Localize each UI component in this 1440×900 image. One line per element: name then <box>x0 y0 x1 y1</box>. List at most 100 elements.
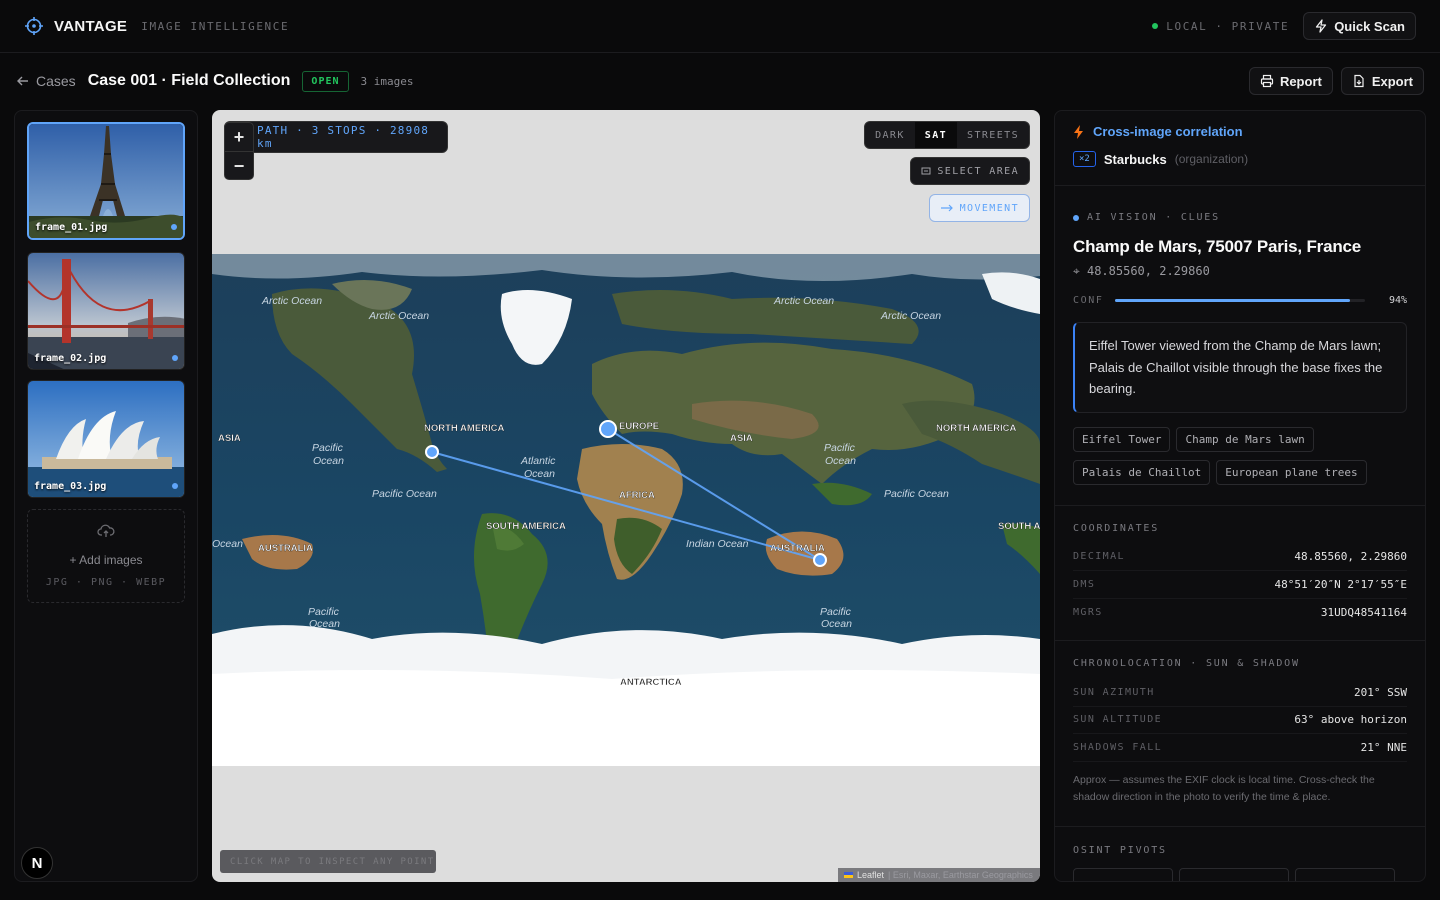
leaflet-link[interactable]: Leaflet <box>857 870 884 880</box>
status-private: PRIVATE <box>1231 19 1290 33</box>
status-local: LOCAL <box>1166 19 1208 33</box>
map-label-ocean-1: Ocean <box>313 455 344 467</box>
geotag-dot <box>172 355 178 361</box>
sun-azimuth-row: SUN AZIMUTH 201° SSW <box>1073 679 1407 707</box>
arrow-right-icon <box>940 204 953 212</box>
select-area-label: SELECT AREA <box>937 165 1019 177</box>
top-bar: VANTAGE IMAGE INTELLIGENCE LOCAL · PRIVA… <box>0 0 1440 53</box>
details-panel: Cross-image correlation ×2 Starbucks (or… <box>1054 110 1426 882</box>
select-area-button[interactable]: SELECT AREA <box>910 157 1030 185</box>
map-label-asia-1: ASIA <box>218 433 241 444</box>
correlation-section: Cross-image correlation ×2 Starbucks (or… <box>1055 111 1425 186</box>
map-label-south-a: SOUTH A <box>998 521 1040 532</box>
bolt-icon <box>1316 19 1327 33</box>
clues-kicker: AI VISION · CLUES <box>1073 212 1407 223</box>
image-filename: frame_02.jpg <box>34 353 107 364</box>
marker-paris[interactable] <box>599 420 617 438</box>
map-label-africa: AFRICA <box>619 490 655 501</box>
brand[interactable]: VANTAGE IMAGE INTELLIGENCE <box>24 16 289 36</box>
coord-key: DMS <box>1073 578 1096 590</box>
coord-row-dms[interactable]: DMS 48°51′20″N 2°17′55″E <box>1073 571 1407 599</box>
layer-streets[interactable]: STREETS <box>957 122 1029 148</box>
map-label-ocean-frag: Ocean <box>212 538 243 550</box>
osint-pivot-chip[interactable] <box>1179 867 1289 881</box>
add-images-dropzone[interactable]: + Add images JPG · PNG · WEBP <box>27 509 185 603</box>
map-label-arctic-3: Arctic Ocean <box>773 295 834 307</box>
inspect-hint: CLICK MAP TO INSPECT ANY POINT <box>220 850 436 873</box>
entity-type: (organization) <box>1174 152 1249 166</box>
location-title: Champ de Mars, 75007 Paris, France <box>1073 237 1362 256</box>
map-label-ocean-4: Ocean <box>309 618 340 630</box>
clue-tag[interactable]: Palais de Chaillot <box>1073 459 1211 485</box>
export-button[interactable]: Export <box>1340 67 1424 95</box>
quick-scan-button[interactable]: Quick Scan <box>1303 12 1416 40</box>
location-coords[interactable]: ⌖ 48.85560, 2.29860 <box>1073 264 1407 279</box>
shadow-direction-row: SHADOWS FALL 21° NNE <box>1073 734 1407 762</box>
image-thumb-3[interactable]: frame_03.jpg <box>27 380 185 498</box>
upload-cloud-icon <box>97 524 115 537</box>
chrono-value: 201° SSW <box>1354 685 1407 699</box>
chrono-kicker: CHRONOLOCATION · SUN & SHADOW <box>1073 658 1300 669</box>
chrono-key: SUN ALTITUDE <box>1073 714 1163 726</box>
map-view[interactable]: Arctic Ocean Arctic Ocean Arctic Ocean A… <box>212 110 1040 882</box>
map-label-north-america-1: NORTH AMERICA <box>424 423 505 434</box>
quick-scan-label: Quick Scan <box>1334 18 1405 34</box>
zoom-control: + − <box>224 122 254 180</box>
file-export-icon <box>1354 74 1364 88</box>
status-badge: OPEN <box>302 70 349 92</box>
map-label-pacific-3: Pacific <box>308 606 340 618</box>
image-list-panel: frame_01.jpg frame_02.jpg frame_03.jpg +… <box>14 110 198 882</box>
clue-tag[interactable]: Champ de Mars lawn <box>1176 426 1314 452</box>
map-label-ocean-3: Ocean <box>524 468 555 480</box>
report-button[interactable]: Report <box>1248 67 1333 95</box>
layer-sat[interactable]: SAT <box>914 122 958 148</box>
satellite-world-map[interactable]: Arctic Ocean Arctic Ocean Arctic Ocean A… <box>212 254 1040 766</box>
add-images-label: + Add images <box>69 553 143 567</box>
status-separator: · <box>1215 19 1224 33</box>
confidence-fill <box>1115 299 1350 302</box>
report-label: Report <box>1279 73 1322 89</box>
app-subtitle: IMAGE INTELLIGENCE <box>141 19 290 33</box>
map-label-pacific-ocean-1: Pacific Ocean <box>372 488 437 500</box>
map-label-ocean-5: Ocean <box>821 618 852 630</box>
zoom-out-button[interactable]: − <box>225 152 253 181</box>
layer-dark[interactable]: DARK <box>865 122 915 148</box>
zoom-in-button[interactable]: + <box>225 123 253 152</box>
coord-row-mgrs[interactable]: MGRS 31UDQ48541164 <box>1073 599 1407 627</box>
coord-key: DECIMAL <box>1073 551 1125 563</box>
image-count: 3 images <box>360 74 414 88</box>
map-label-arctic-1: Arctic Ocean <box>261 295 322 307</box>
clues-section: AI VISION · CLUES Champ de Mars, 75007 P… <box>1055 186 1425 506</box>
map-label-antarctica: ANTARCTICA <box>620 677 682 688</box>
correlation-heading: Cross-image correlation <box>1073 111 1407 139</box>
image-thumb-2[interactable]: frame_02.jpg <box>27 252 185 370</box>
clue-tag[interactable]: European plane trees <box>1216 459 1367 485</box>
map-attribution: Leaflet | Esri, Maxar, Earthstar Geograp… <box>838 868 1040 882</box>
map-label-arctic-2: Arctic Ocean <box>368 310 429 322</box>
marker-san-francisco[interactable] <box>425 445 439 459</box>
confidence-track <box>1115 299 1365 302</box>
map-label-pacific-4: Pacific <box>820 606 852 618</box>
map-label-asia-2: ASIA <box>730 433 753 444</box>
osint-pivot-chip[interactable] <box>1295 867 1395 881</box>
map-label-ocean-2: Ocean <box>825 455 856 467</box>
layer-switcher: DARK SAT STREETS <box>864 121 1030 149</box>
movement-toggle[interactable]: MOVEMENT <box>928 194 1030 222</box>
coord-key: MGRS <box>1073 606 1103 618</box>
confidence-meter: CONF 94% <box>1073 295 1407 306</box>
chrono-value: 21° NNE <box>1360 740 1407 754</box>
clue-tag[interactable]: Eiffel Tower <box>1073 426 1171 452</box>
osint-section: OSINT PIVOTS <box>1055 827 1425 881</box>
nav-logo[interactable]: N <box>21 847 53 879</box>
map-label-pacific-ocean-2: Pacific Ocean <box>884 488 949 500</box>
marker-sydney[interactable] <box>813 553 827 567</box>
coord-row-decimal[interactable]: DECIMAL 48.85560, 2.29860 <box>1073 544 1407 571</box>
status-indicator: LOCAL · PRIVATE <box>1152 20 1289 33</box>
correlation-entity[interactable]: ×2 Starbucks (organization) <box>1073 151 1407 185</box>
chrono-key: SUN AZIMUTH <box>1073 686 1155 698</box>
status-dot <box>1152 23 1159 29</box>
back-link[interactable]: Cases <box>16 73 76 89</box>
image-thumb-1[interactable]: frame_01.jpg <box>27 122 185 240</box>
chrono-key: SHADOWS FALL <box>1073 741 1163 753</box>
osint-pivot-chip[interactable] <box>1073 867 1173 881</box>
